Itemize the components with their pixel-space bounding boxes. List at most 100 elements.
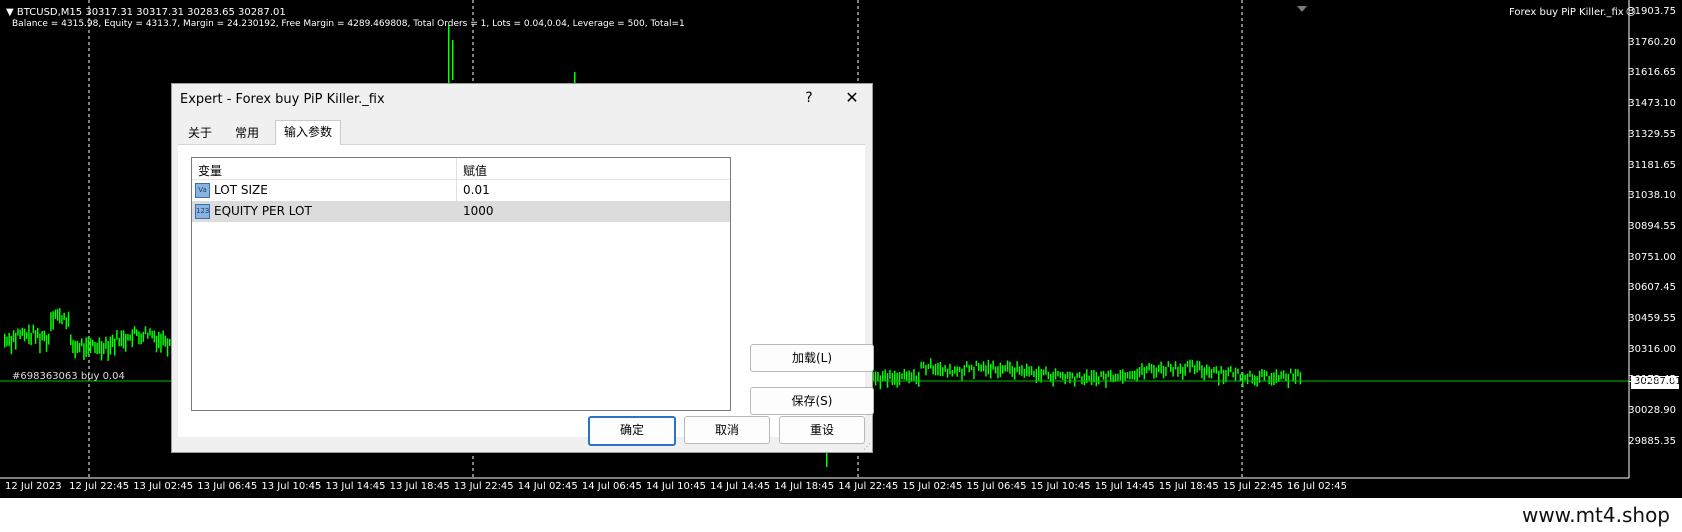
candle (915, 375, 918, 385)
candle (54, 309, 57, 319)
candle (1081, 376, 1083, 385)
help-button[interactable]: ? (799, 90, 819, 110)
candle (1242, 372, 1244, 388)
candle (1124, 372, 1126, 381)
candle (1143, 367, 1146, 380)
candle (19, 329, 21, 340)
candle (1186, 361, 1189, 367)
candle (1210, 368, 1213, 379)
candle (1026, 363, 1028, 377)
cancel-button[interactable]: 取消 (684, 416, 770, 444)
candle (1009, 361, 1011, 374)
candle (43, 330, 46, 342)
candle (1023, 368, 1026, 378)
numeric-type-icon: 123 (195, 204, 210, 219)
candle (1083, 373, 1086, 386)
candle (1090, 370, 1093, 386)
candle (954, 366, 956, 374)
candle (89, 338, 92, 354)
candle (1021, 365, 1023, 376)
candle (1162, 366, 1165, 379)
candle (1122, 369, 1124, 384)
candle (26, 332, 28, 339)
candle (913, 369, 915, 382)
price-tick: 30751.00 (1628, 251, 1676, 263)
candle (129, 334, 131, 341)
time-tick: 15 Jul 06:45 (966, 481, 1027, 492)
candle (1069, 371, 1071, 384)
candle (1246, 373, 1249, 385)
candle (1285, 373, 1287, 381)
candle (930, 358, 932, 369)
param-value[interactable]: 1000 (463, 204, 494, 218)
candle (65, 317, 68, 330)
candle (116, 330, 118, 340)
candle (966, 361, 968, 368)
table-row[interactable]: 123 EQUITY PER LOT 1000 (192, 201, 730, 222)
candle (942, 367, 944, 377)
price-tick: 30459.55 (1628, 313, 1676, 324)
time-tick: 14 Jul 18:45 (774, 481, 835, 492)
candle (87, 336, 90, 355)
column-value[interactable]: 赋值 (463, 162, 487, 179)
candle (937, 363, 939, 376)
price-tick: 30316.00 (1628, 343, 1676, 355)
price-tick: 30607.45 (1628, 282, 1676, 294)
time-tick: 13 Jul 10:45 (261, 481, 322, 492)
watermark: www.mt4.shop (1521, 503, 1670, 527)
candle (30, 332, 32, 346)
candle (946, 368, 949, 378)
candle (1198, 361, 1201, 371)
time-tick: 15 Jul 10:45 (1030, 481, 1091, 492)
candle (4, 333, 6, 348)
save-button[interactable]: 保存(S) (750, 387, 874, 415)
candle (879, 375, 882, 390)
table-row[interactable]: Va LOT SIZE 0.01 (192, 180, 730, 201)
candle (1170, 364, 1172, 372)
candle (884, 369, 886, 382)
candle (114, 338, 116, 356)
tab-about[interactable]: 关于 (180, 122, 220, 144)
candle (903, 369, 906, 380)
candle (41, 331, 43, 341)
param-value[interactable]: 0.01 (463, 183, 490, 197)
candle (1004, 365, 1006, 372)
ok-button[interactable]: 确定 (588, 416, 676, 446)
candle (56, 309, 59, 321)
candle (105, 336, 107, 349)
ea-label[interactable]: Forex buy PiP Killer._fix ☺ (1509, 7, 1636, 18)
candle (138, 331, 140, 345)
candle (992, 360, 994, 370)
candle (15, 332, 17, 350)
time-tick: 16 Jul 02:45 (1287, 481, 1347, 492)
tab-common[interactable]: 常用 (227, 122, 267, 144)
resize-grip-icon[interactable]: ⋰ (863, 442, 871, 451)
candle (882, 371, 884, 382)
time-tick: 14 Jul 02:45 (517, 481, 578, 492)
candle (155, 335, 158, 353)
candle (153, 330, 156, 343)
candle (1016, 361, 1018, 373)
candle (1054, 368, 1057, 380)
candle (136, 329, 138, 337)
reset-button[interactable]: 重设 (779, 416, 865, 444)
candle (1146, 365, 1148, 374)
load-button[interactable]: 加载(L) (750, 344, 874, 372)
tab-inputs[interactable]: 输入参数 (275, 120, 342, 145)
candle (949, 363, 951, 375)
candle (1203, 367, 1206, 381)
candle (1222, 369, 1225, 385)
candle (874, 371, 877, 386)
close-button[interactable]: ✕ (840, 88, 864, 112)
candle (1220, 366, 1222, 374)
candle (1107, 370, 1110, 378)
collapse-arrow-icon[interactable]: ▼ (6, 7, 14, 18)
candle (1299, 372, 1302, 385)
time-tick: 14 Jul 14:45 (710, 481, 771, 492)
candle (1179, 363, 1182, 374)
candle (1273, 372, 1275, 386)
candle (1078, 371, 1081, 378)
candle (1230, 366, 1232, 373)
candle (997, 366, 999, 379)
column-variable[interactable]: 变量 (198, 162, 222, 179)
